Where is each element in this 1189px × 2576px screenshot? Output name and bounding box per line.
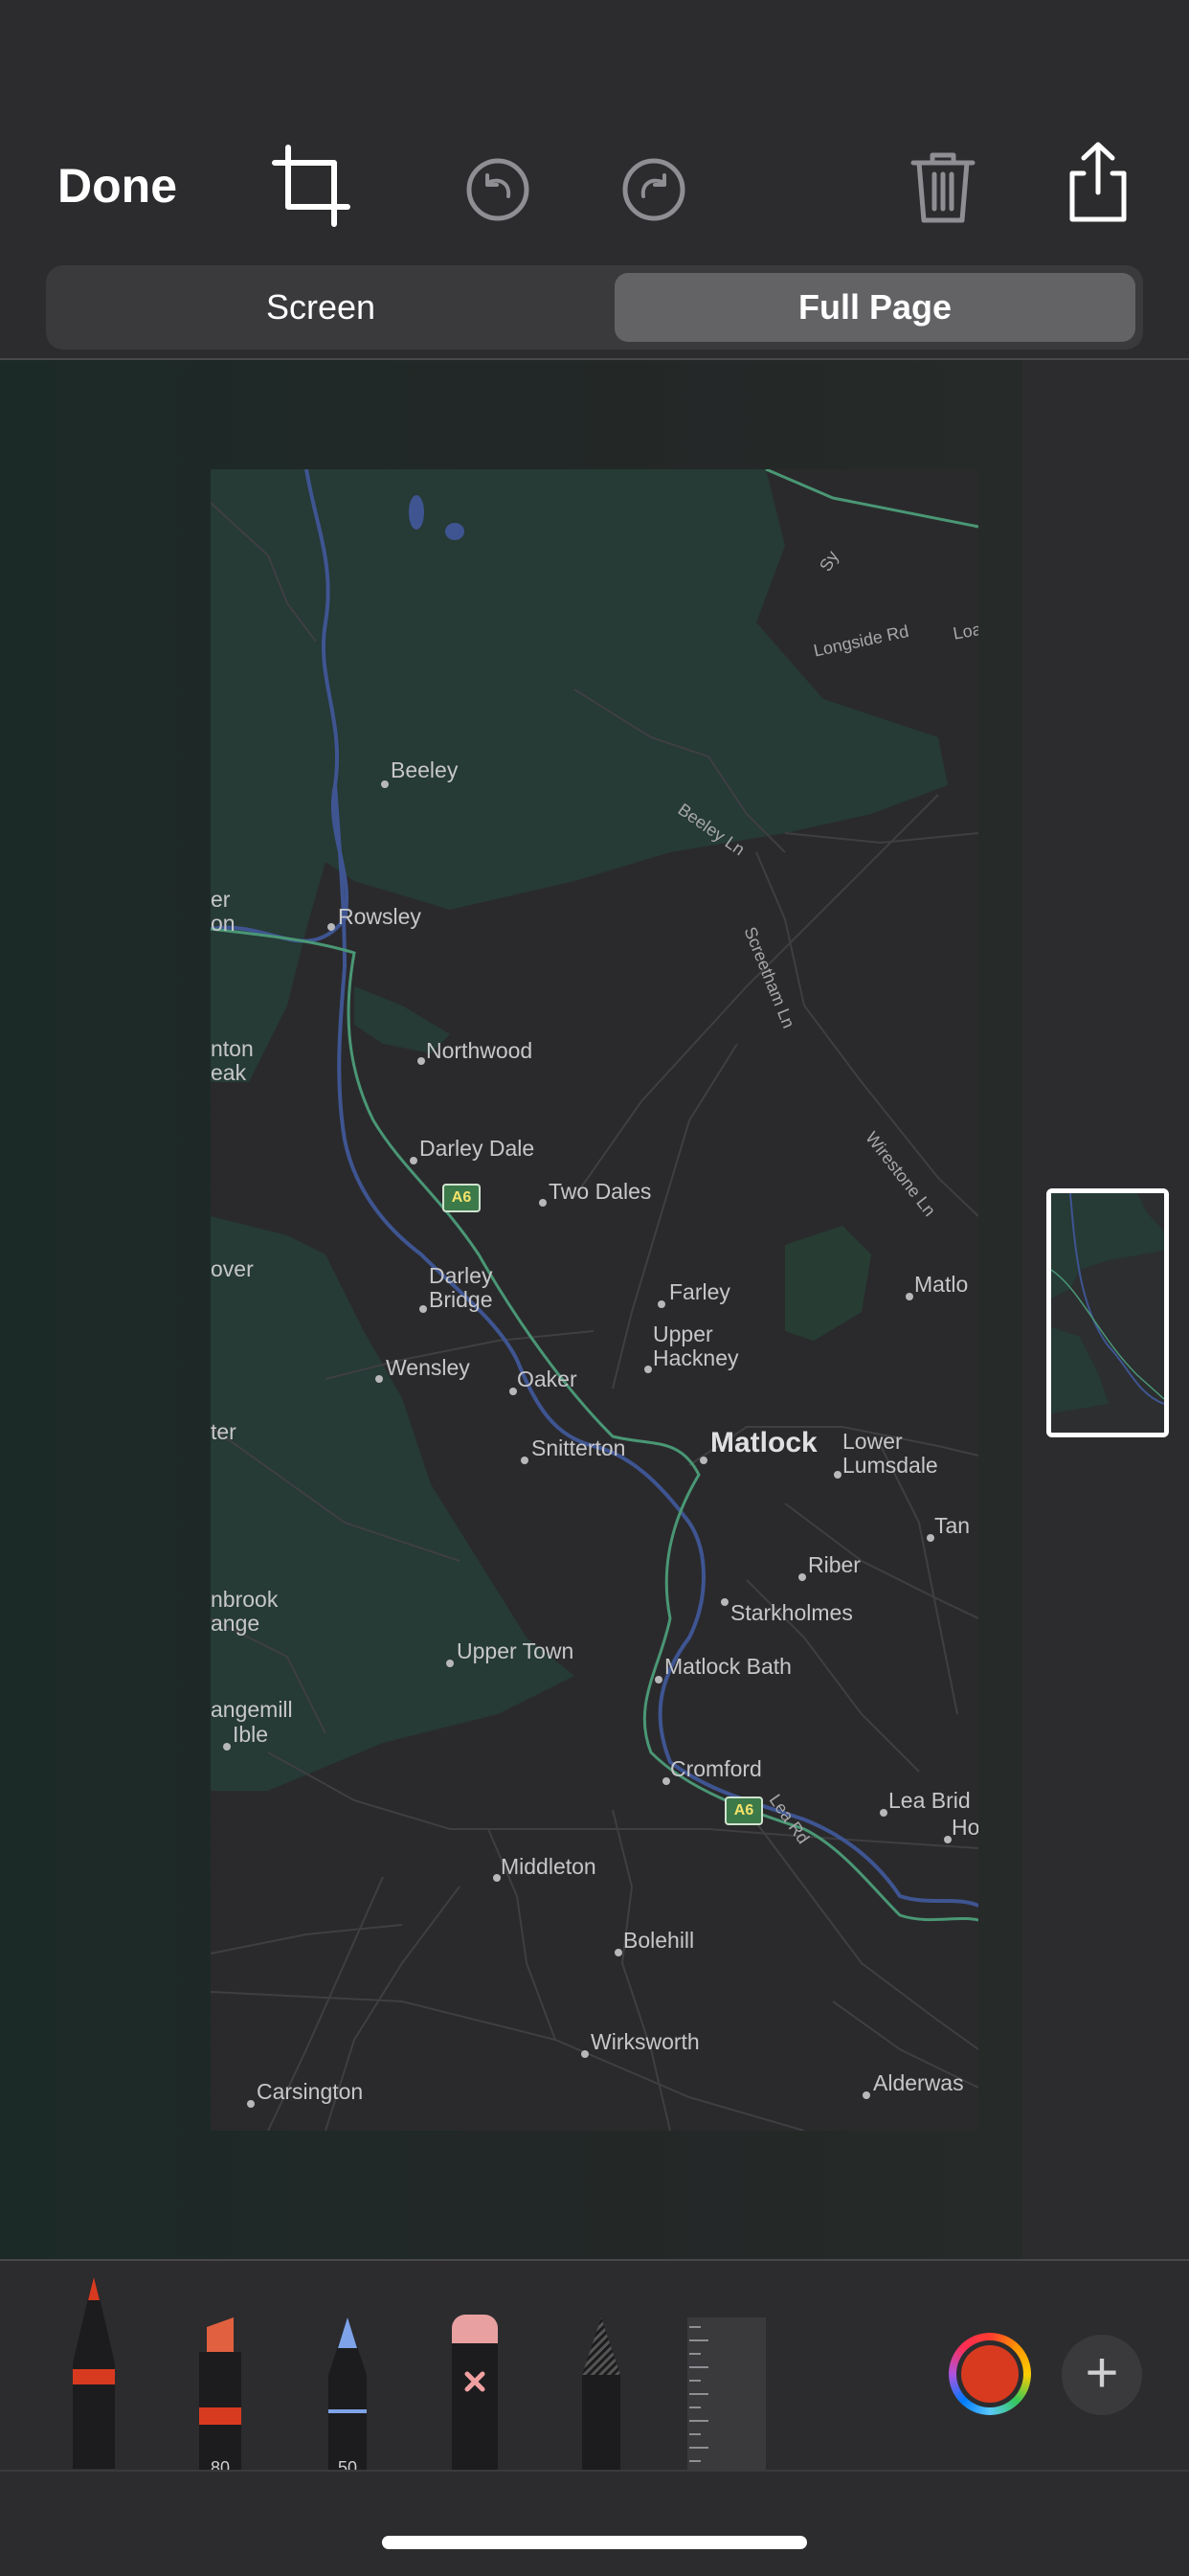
place-label: Upper Hackney — [653, 1322, 739, 1370]
current-color-swatch — [961, 2345, 1019, 2403]
map-pin — [539, 1199, 547, 1207]
place-label: ter — [211, 1419, 236, 1444]
place-label: er on — [211, 887, 236, 936]
place-label: Carsington — [257, 2079, 364, 2104]
place-label: Cromford — [670, 1756, 762, 1781]
full-page-segment[interactable]: Full Page — [615, 273, 1135, 342]
map-pin — [700, 1457, 707, 1464]
bottom-bar — [0, 2470, 1189, 2576]
place-label: Starkholmes — [730, 1600, 853, 1625]
map-pin — [721, 1598, 729, 1606]
home-indicator[interactable] — [382, 2536, 807, 2549]
map-pin — [381, 780, 389, 788]
eraser-tool[interactable] — [448, 2302, 502, 2494]
map-pin — [906, 1293, 913, 1300]
place-label: Farley — [669, 1279, 730, 1304]
place-label: Ible — [233, 1722, 269, 1747]
place-label: Tan — [934, 1513, 971, 1538]
ruler-tool[interactable] — [687, 2304, 766, 2496]
road-shield: A6 — [725, 1796, 763, 1825]
place-label: nton eak — [211, 1036, 254, 1085]
done-button[interactable]: Done — [57, 158, 177, 214]
map-graphics — [211, 469, 978, 2131]
road-shield: A6 — [442, 1184, 481, 1212]
place-label-matlock: Matlock — [710, 1427, 818, 1458]
place-label: over — [211, 1256, 254, 1281]
place-label: Riber — [808, 1552, 861, 1577]
map-pin — [375, 1375, 383, 1383]
place-label: Wirksworth — [591, 2029, 700, 2054]
pen-tool[interactable] — [67, 2277, 121, 2469]
map-pin — [662, 1777, 670, 1785]
place-label: Rowsley — [338, 904, 421, 929]
map-pin — [798, 1573, 806, 1581]
map-pin — [615, 1949, 622, 1956]
place-label: Darley Dale — [419, 1136, 535, 1161]
top-toolbar: Done Screen Full Page — [0, 0, 1189, 359]
map-screenshot[interactable]: Beeley Rowsley Northwood Darley Dale Two… — [211, 469, 978, 2131]
crop-icon[interactable] — [271, 144, 357, 230]
screen-segment[interactable]: Screen — [54, 273, 588, 342]
lasso-tool[interactable] — [574, 2304, 628, 2496]
place-label: Darley Bridge — [429, 1263, 493, 1312]
place-label: Alderwas — [873, 2070, 964, 2095]
trash-icon[interactable] — [900, 144, 986, 230]
pencil-tool[interactable]: 50 — [321, 2304, 374, 2496]
place-label: Middleton — [501, 1854, 596, 1879]
redo-icon[interactable] — [611, 147, 697, 233]
place-label: angemill — [211, 1697, 293, 1722]
place-label: Snitterton — [531, 1435, 626, 1460]
map-pin — [658, 1300, 665, 1308]
map-pin — [655, 1676, 662, 1683]
color-picker-button[interactable] — [949, 2333, 1031, 2415]
map-pin — [446, 1660, 454, 1667]
marker-tool[interactable]: 80 — [193, 2304, 247, 2496]
place-label: Lea Brid — [888, 1788, 971, 1813]
map-pin — [493, 1874, 501, 1882]
capture-mode-segmented-control: Screen Full Page — [46, 265, 1143, 350]
place-label: Lower Lumsdale — [842, 1429, 938, 1478]
map-pin — [644, 1366, 652, 1373]
place-label: nbrook ange — [211, 1587, 279, 1636]
map-pin — [521, 1457, 528, 1464]
place-label: Bolehill — [623, 1928, 695, 1953]
map-pin — [581, 2050, 589, 2058]
map-pin — [927, 1534, 934, 1542]
place-label: Oaker — [517, 1367, 577, 1391]
page-scroll-thumbnail[interactable] — [1046, 1188, 1169, 1437]
map-pin — [944, 1836, 952, 1843]
road-label: Loa — [952, 619, 978, 644]
place-label: Beeley — [391, 757, 459, 782]
share-icon[interactable] — [1055, 139, 1141, 225]
map-pin — [419, 1305, 427, 1313]
place-label: Wensley — [386, 1355, 470, 1380]
map-pin — [863, 2091, 870, 2099]
map-pin — [834, 1471, 841, 1479]
place-label: Upper Town — [457, 1638, 574, 1663]
map-pin — [247, 2100, 255, 2108]
map-pin — [880, 1809, 887, 1817]
map-pin — [410, 1157, 417, 1164]
map-pin — [509, 1388, 517, 1395]
add-tool-button[interactable]: + — [1062, 2335, 1142, 2415]
undo-icon[interactable] — [455, 147, 541, 233]
place-label: Ho — [952, 1815, 978, 1840]
place-label: Two Dales — [549, 1179, 652, 1204]
place-label: Northwood — [426, 1038, 533, 1063]
place-label: Matlo — [914, 1272, 969, 1297]
map-pin — [417, 1057, 425, 1065]
map-pin — [223, 1743, 231, 1751]
place-label: Matlock Bath — [664, 1654, 792, 1679]
map-pin — [327, 923, 335, 931]
